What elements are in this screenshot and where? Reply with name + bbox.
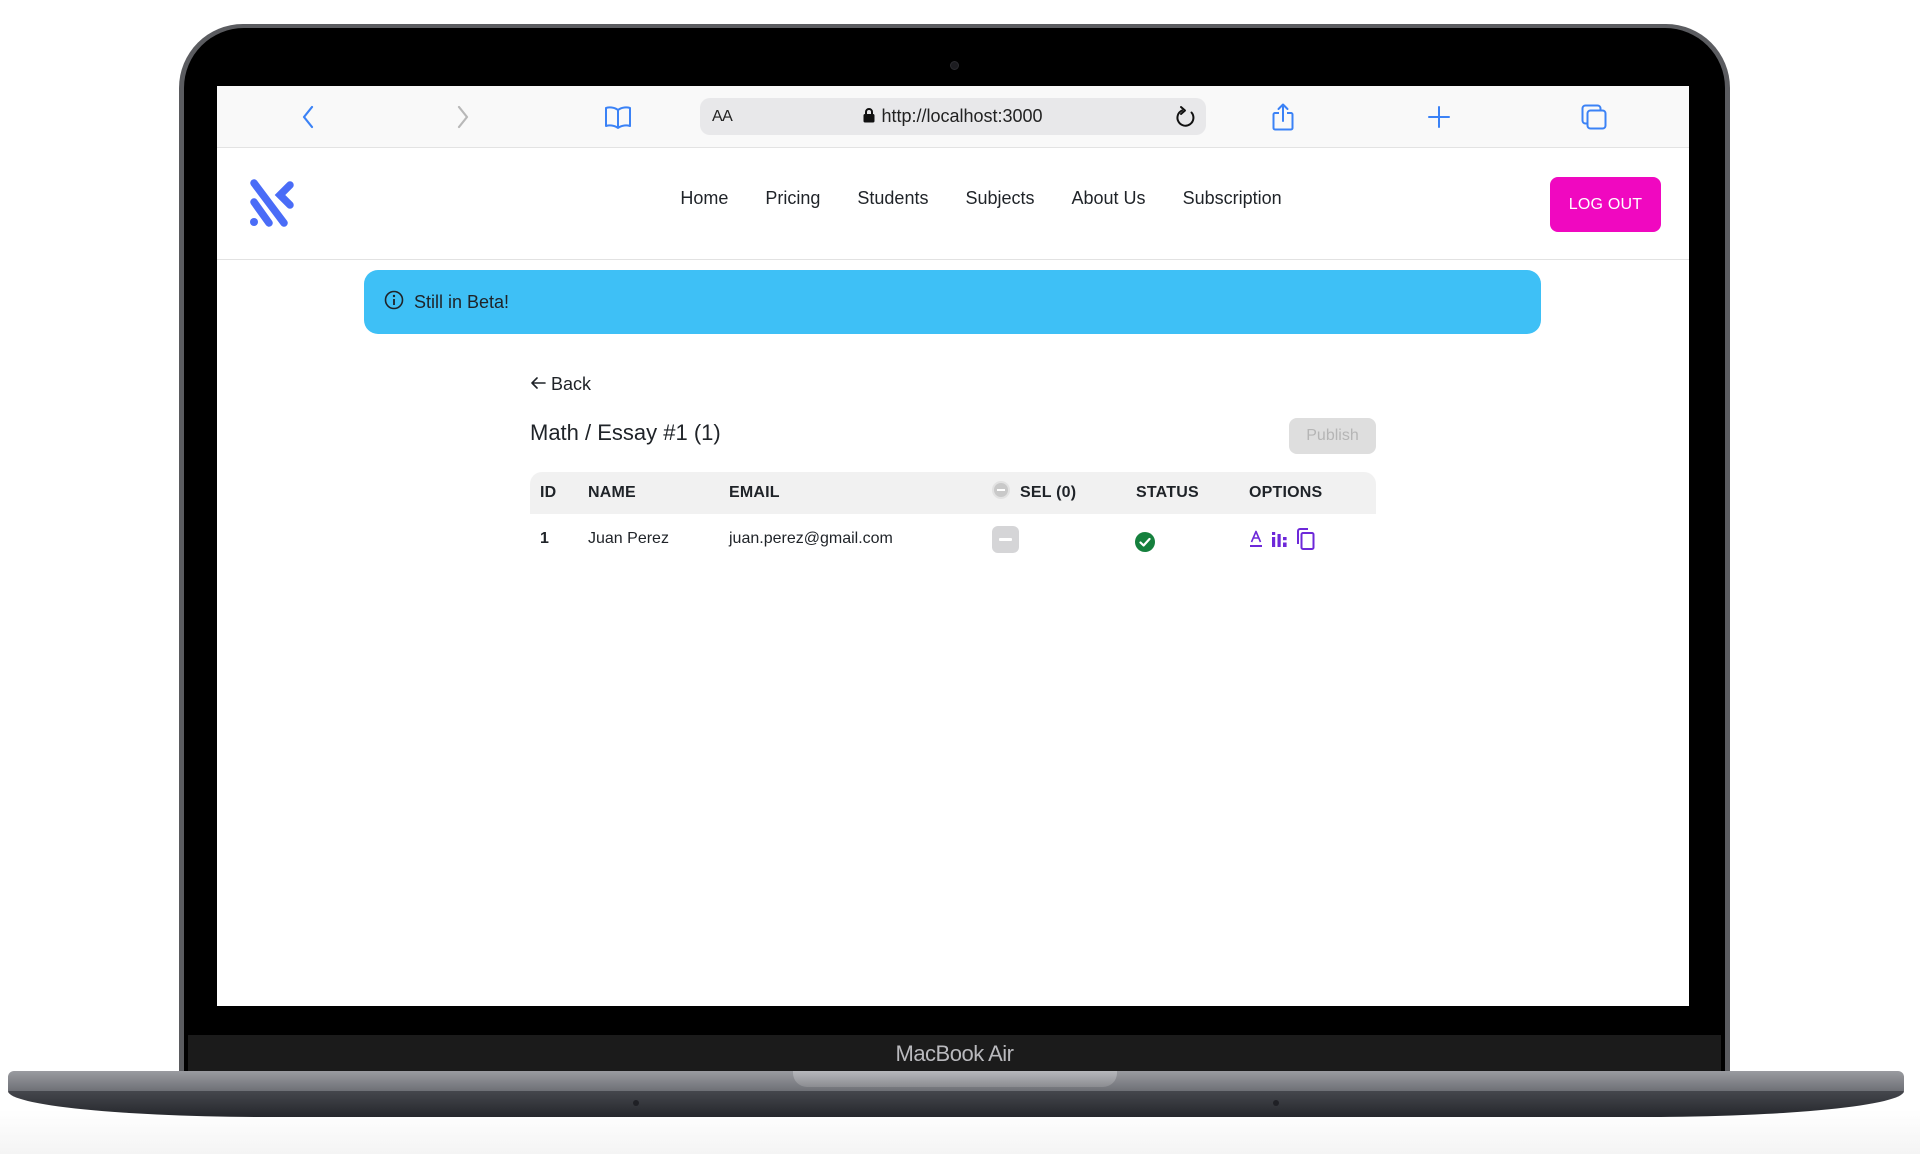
info-icon [384,290,404,315]
reload-icon[interactable] [1172,103,1200,131]
device-label: MacBook Air [895,1041,1015,1066]
back-icon[interactable] [291,100,325,134]
laptop-base-bottom [8,1091,1904,1117]
column-header-status[interactable]: STATUS [1136,484,1199,502]
nav-subjects[interactable]: Subjects [965,188,1034,209]
nav-pricing[interactable]: Pricing [765,188,820,209]
camera-icon [950,61,959,70]
page-title: Math / Essay #1 (1) [530,420,721,445]
arrow-left-icon [530,374,546,395]
new-tab-icon[interactable] [1422,100,1456,134]
cell-email: juan.perez@gmail.com [729,530,893,547]
back-link[interactable]: Back [530,374,591,395]
laptop-foot [1273,1100,1279,1106]
row-select-checkbox[interactable] [992,526,1019,553]
bookmarks-icon[interactable] [601,100,635,134]
banner-text: Still in Beta! [414,291,510,312]
back-label: Back [551,374,592,394]
table-header: ID NAME EMAIL SEL (0) STATUS OPTIONS [530,472,1376,514]
address-bar[interactable]: AA http://localhost:3000 [700,98,1206,135]
share-icon[interactable] [1266,100,1300,134]
chart-bars-icon[interactable] [1271,528,1289,550]
url-display[interactable]: http://localhost:3000 [700,106,1206,128]
table-row[interactable]: 1 Juan Perez juan.perez@gmail.com [530,514,1376,568]
nav-about-us[interactable]: About Us [1072,188,1146,209]
stage: MacBook Air AA http://localhost:3000 Hom… [0,0,1920,1154]
main-nav: Home Pricing Students Subjects About Us … [217,188,1689,209]
nav-subscription[interactable]: Subscription [1183,188,1282,209]
laptop-notch [793,1071,1117,1087]
nav-students[interactable]: Students [857,188,928,209]
column-header-options: OPTIONS [1249,484,1323,501]
cell-name: Juan Perez [588,530,669,547]
students-table: ID NAME EMAIL SEL (0) STATUS OPTIONS 1 J… [530,472,1376,568]
copy-icon[interactable] [1295,528,1315,550]
browser-toolbar: AA http://localhost:3000 [217,86,1689,148]
column-header-id[interactable]: ID [540,484,556,502]
logout-button[interactable]: LOG OUT [1550,177,1661,232]
column-header-sel: SEL (0) [1020,484,1077,501]
cell-id: 1 [540,530,549,547]
column-header-email[interactable]: EMAIL [729,484,780,502]
app-header: Home Pricing Students Subjects About Us … [217,148,1689,260]
laptop-chin: MacBook Air [188,1035,1721,1074]
nav-home[interactable]: Home [680,188,728,209]
laptop-foot [633,1100,639,1106]
tabs-icon[interactable] [1577,100,1611,134]
forward-icon[interactable] [446,100,480,134]
url-text: http://localhost:3000 [881,106,1043,126]
beta-banner: Still in Beta! [364,270,1541,334]
select-all-checkbox[interactable] [992,481,1010,499]
column-header-name[interactable]: NAME [588,484,636,502]
lock-icon [863,107,875,128]
text-underline-icon[interactable] [1249,528,1263,550]
publish-button[interactable]: Publish [1289,418,1376,454]
check-circle-icon [1135,532,1155,552]
screen: AA http://localhost:3000 Home Pricing St… [217,86,1689,1006]
